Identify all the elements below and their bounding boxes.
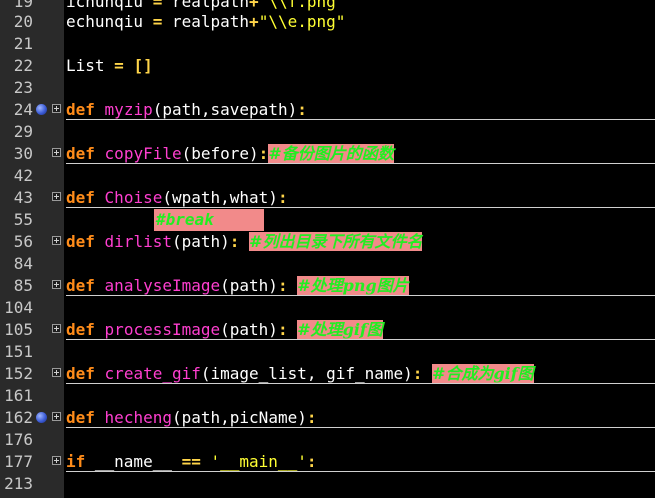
line-number: 161 (4, 386, 33, 405)
fold-expand-icon[interactable] (52, 192, 61, 201)
fold-expand-icon[interactable] (52, 236, 61, 245)
code-text: if __name__ == '__main__': (66, 452, 317, 471)
code-text: def analyseImage(path): #处理png图片 (66, 276, 409, 295)
fold-expand-icon[interactable] (52, 412, 61, 421)
code-line-84[interactable]: 84 (0, 253, 655, 275)
code-line-20[interactable]: 20 echunqiu = realpath+"\\e.png" (0, 11, 655, 33)
line-number: 21 (13, 34, 33, 53)
code-line-22[interactable]: 22 List = [] (0, 55, 655, 77)
code-comment: #处理gif图 (297, 320, 383, 339)
code-line-177[interactable]: 177 if __name__ == '__main__': (0, 451, 655, 473)
line-number: 105 (4, 320, 33, 339)
code-editor[interactable]: 19 ichunqiu = realpath+"\\f.png" 20 echu… (0, 0, 655, 498)
bookmark-dot-icon[interactable] (36, 104, 47, 115)
code-line-213[interactable]: 213 (0, 473, 655, 495)
fold-line (66, 295, 655, 296)
code-text: def myzip(path,savepath): (66, 100, 307, 119)
line-number: 176 (4, 430, 33, 449)
code-line-21[interactable]: 21 (0, 33, 655, 55)
code-comment: #处理png图片 (297, 276, 409, 295)
code-line-55[interactable]: 55 #break (0, 209, 655, 231)
line-number: 55 (13, 210, 33, 229)
line-number: 84 (13, 254, 33, 273)
fold-line (66, 207, 655, 208)
line-number: 56 (13, 232, 33, 251)
code-text: def copyFile(before):#备份图片的函数 (66, 144, 394, 163)
code-line-30[interactable]: 30 def copyFile(before):#备份图片的函数 (0, 143, 655, 165)
line-number: 213 (4, 474, 33, 493)
line-number: 29 (13, 122, 33, 141)
code-comment: #合成为gif图 (432, 364, 534, 383)
fold-expand-icon[interactable] (52, 148, 61, 157)
bookmark-dot-icon[interactable] (36, 412, 47, 423)
code-text: def create_gif(image_list, gif_name): #合… (66, 364, 534, 383)
code-line-161[interactable]: 161 (0, 385, 655, 407)
line-number: 85 (13, 276, 33, 295)
code-text: def Choise(wpath,what): (66, 188, 288, 207)
line-number: 43 (13, 188, 33, 207)
line-number: 151 (4, 342, 33, 361)
fold-expand-icon[interactable] (52, 104, 61, 113)
code-line-85[interactable]: 85 def analyseImage(path): #处理png图片 (0, 275, 655, 297)
code-line-162[interactable]: 162 def hecheng(path,picName): (0, 407, 655, 429)
fold-line (66, 119, 655, 120)
line-number: 20 (13, 12, 33, 31)
line-number: 22 (13, 56, 33, 75)
code-line-176[interactable]: 176 (0, 429, 655, 451)
fold-line (66, 339, 655, 340)
code-comment: #列出目录下所有文件名 (249, 232, 423, 251)
line-number: 152 (4, 364, 33, 383)
code-comment: #break (156, 210, 214, 229)
code-line-24[interactable]: 24 def myzip(path,savepath): (0, 99, 655, 121)
line-number: 42 (13, 166, 33, 185)
line-number: 162 (4, 408, 33, 427)
code-comment: #备份图片的函数 (268, 144, 394, 163)
line-number: 104 (4, 298, 33, 317)
fold-expand-icon[interactable] (52, 456, 61, 465)
fold-line (66, 427, 655, 428)
code-line-29[interactable]: 29 (0, 121, 655, 143)
code-line-42[interactable]: 42 (0, 165, 655, 187)
line-number: 30 (13, 144, 33, 163)
code-line-43[interactable]: 43 def Choise(wpath,what): (0, 187, 655, 209)
fold-line (66, 383, 655, 384)
fold-expand-icon[interactable] (52, 280, 61, 289)
fold-expand-icon[interactable] (52, 368, 61, 377)
line-number: 24 (13, 100, 33, 119)
code-line-105[interactable]: 105 def processImage(path): #处理gif图 (0, 319, 655, 341)
code-line-23[interactable]: 23 (0, 77, 655, 99)
code-text: def processImage(path): #处理gif图 (66, 320, 383, 339)
code-line-56[interactable]: 56 def dirlist(path): #列出目录下所有文件名 (0, 231, 655, 253)
code-text: def hecheng(path,picName): (66, 408, 317, 427)
code-text: def dirlist(path): #列出目录下所有文件名 (66, 232, 423, 251)
code-line-152[interactable]: 152 def create_gif(image_list, gif_name)… (0, 363, 655, 385)
line-number: 177 (4, 452, 33, 471)
line-number: 23 (13, 78, 33, 97)
code-text: echunqiu = realpath+"\\e.png" (66, 12, 346, 31)
fold-line (66, 471, 655, 472)
code-line-104[interactable]: 104 (0, 297, 655, 319)
fold-expand-icon[interactable] (52, 324, 61, 333)
code-line-151[interactable]: 151 (0, 341, 655, 363)
fold-line (66, 163, 655, 164)
code-text: List = [] (66, 56, 153, 75)
